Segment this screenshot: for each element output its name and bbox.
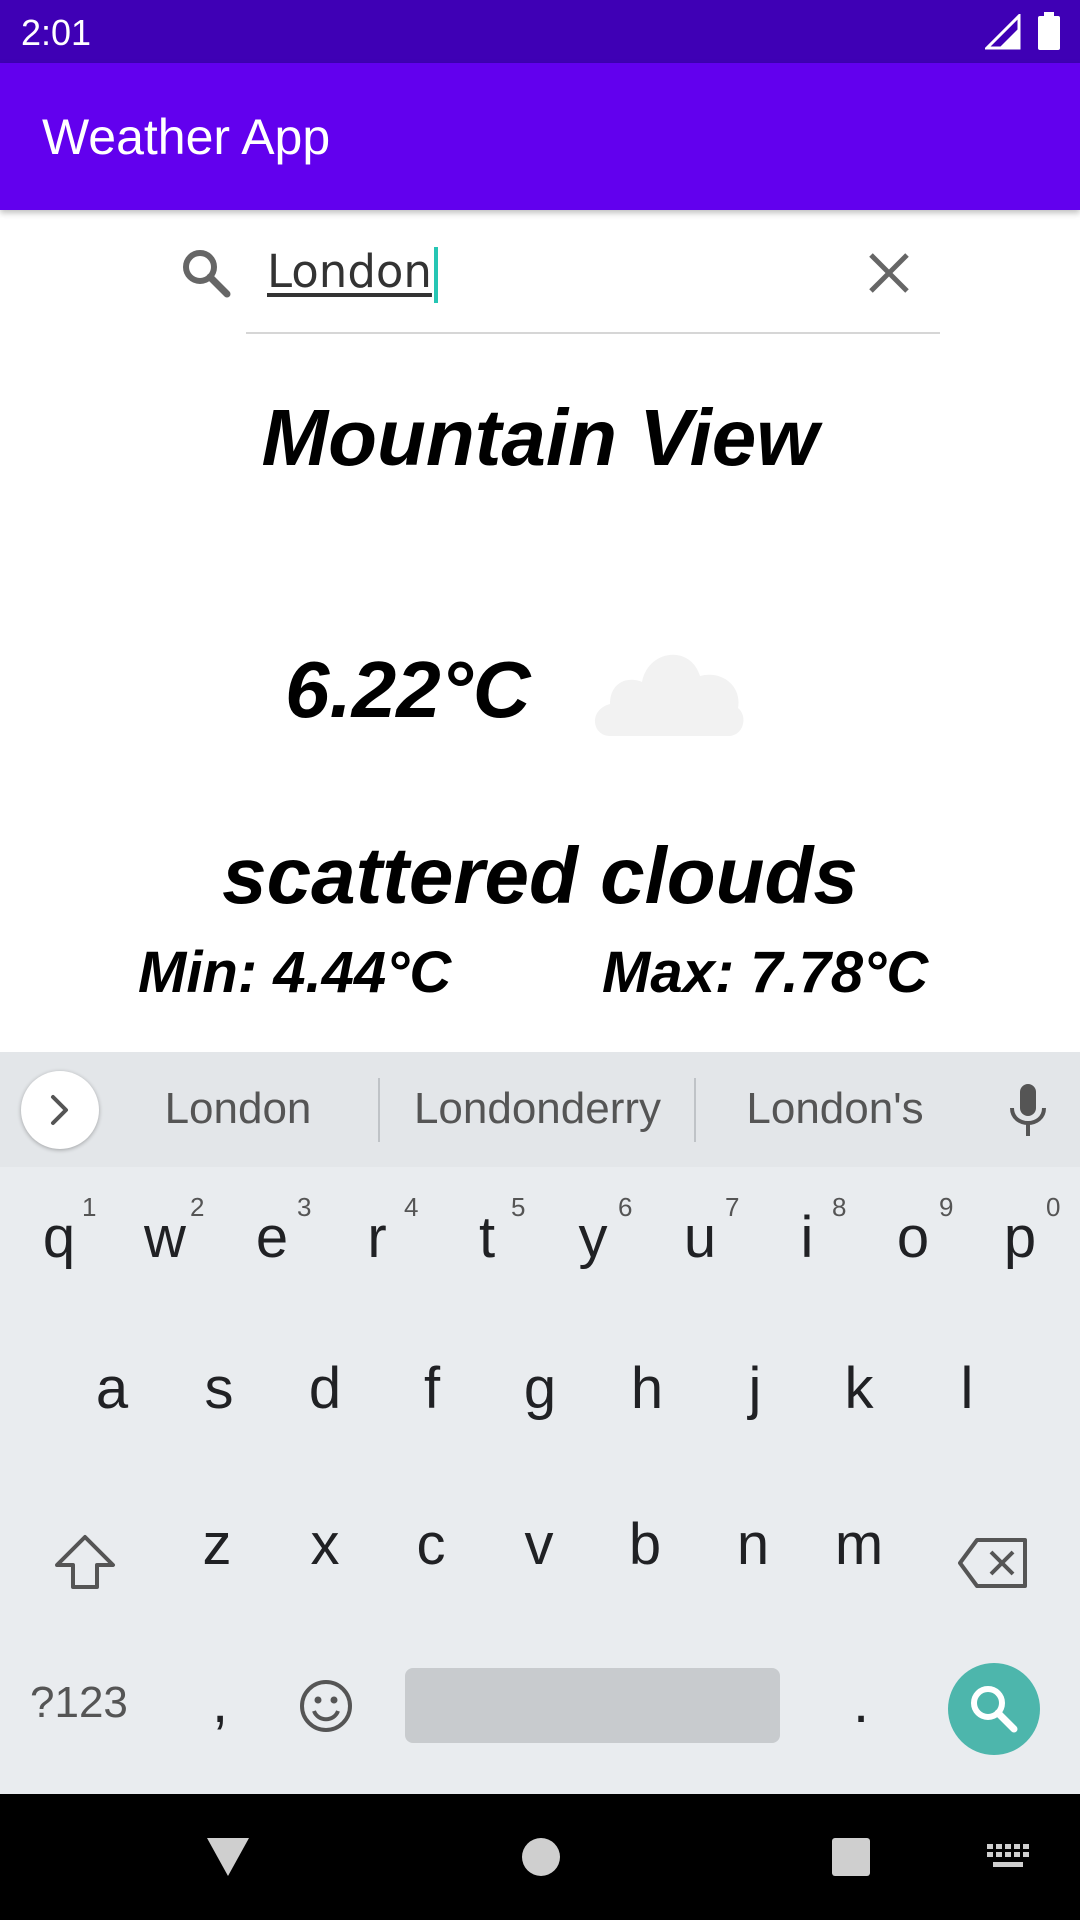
app-bar: Weather App bbox=[0, 63, 1080, 210]
search-input[interactable]: London bbox=[267, 245, 438, 303]
navigation-bar bbox=[0, 1794, 1080, 1920]
key-c[interactable]: c bbox=[396, 1511, 466, 1578]
key-r[interactable]: r bbox=[342, 1204, 412, 1271]
weather-description: scattered clouds bbox=[222, 831, 858, 920]
min-temperature: Min: 4.44°C bbox=[138, 940, 452, 1005]
microphone-icon[interactable] bbox=[1008, 1084, 1048, 1143]
key-a[interactable]: a bbox=[77, 1355, 147, 1422]
key-hint: 1 bbox=[82, 1192, 97, 1222]
back-icon[interactable] bbox=[205, 1836, 251, 1883]
key-hint: 2 bbox=[190, 1192, 205, 1222]
symbols-key[interactable]: ?123 bbox=[30, 1678, 128, 1728]
suggestion-bar: London Londonderry London's bbox=[0, 1052, 1080, 1167]
divider bbox=[378, 1078, 380, 1142]
key-hint: 9 bbox=[939, 1192, 954, 1222]
key-hint: 3 bbox=[297, 1192, 312, 1222]
home-icon[interactable] bbox=[520, 1836, 562, 1883]
app-title: Weather App bbox=[42, 109, 331, 165]
keyboard: London Londonderry London's q w e r t y … bbox=[0, 1052, 1080, 1794]
backspace-icon[interactable] bbox=[957, 1536, 1029, 1595]
keyboard-icon[interactable] bbox=[985, 1842, 1031, 1877]
key-m[interactable]: m bbox=[824, 1511, 894, 1578]
key-hint: 7 bbox=[725, 1192, 740, 1222]
key-z[interactable]: z bbox=[182, 1511, 252, 1578]
key-k[interactable]: k bbox=[824, 1355, 894, 1422]
temperature: 6.22°C bbox=[285, 645, 531, 734]
key-hint: 4 bbox=[404, 1192, 419, 1222]
key-hint: 6 bbox=[618, 1192, 633, 1222]
key-l[interactable]: l bbox=[932, 1355, 1002, 1422]
close-icon[interactable] bbox=[865, 249, 913, 302]
status-time: 2:01 bbox=[21, 12, 92, 53]
key-s[interactable]: s bbox=[184, 1355, 254, 1422]
text-cursor bbox=[433, 247, 438, 303]
search-action-button[interactable] bbox=[948, 1663, 1040, 1755]
shift-icon[interactable] bbox=[52, 1532, 118, 1597]
suggestion-item[interactable]: Londonderry bbox=[400, 1084, 675, 1134]
suggestion-item[interactable]: London's bbox=[730, 1084, 940, 1134]
divider bbox=[694, 1078, 696, 1142]
battery-icon bbox=[1038, 12, 1060, 55]
key-f[interactable]: f bbox=[397, 1355, 467, 1422]
key-hint: 8 bbox=[832, 1192, 847, 1222]
key-v[interactable]: v bbox=[504, 1511, 574, 1578]
signal-icon bbox=[983, 12, 1021, 55]
suggestion-item[interactable]: London bbox=[158, 1084, 318, 1134]
key-h[interactable]: h bbox=[612, 1355, 682, 1422]
search-icon bbox=[178, 245, 234, 306]
search-bar[interactable]: London bbox=[170, 235, 940, 335]
key-period[interactable]: . bbox=[836, 1669, 886, 1736]
key-comma[interactable]: , bbox=[195, 1669, 245, 1736]
cloud-icon bbox=[588, 636, 748, 745]
key-g[interactable]: g bbox=[505, 1355, 575, 1422]
city-name: Mountain View bbox=[261, 393, 819, 482]
key-hint: 5 bbox=[511, 1192, 526, 1222]
status-bar: 2:01 bbox=[0, 0, 1080, 63]
recents-icon[interactable] bbox=[830, 1836, 872, 1883]
key-p[interactable]: p bbox=[985, 1204, 1055, 1271]
key-b[interactable]: b bbox=[610, 1511, 680, 1578]
key-n[interactable]: n bbox=[718, 1511, 788, 1578]
key-j[interactable]: j bbox=[720, 1355, 790, 1422]
max-temperature: Max: 7.78°C bbox=[602, 940, 929, 1005]
key-hint: 0 bbox=[1046, 1192, 1061, 1222]
key-d[interactable]: d bbox=[290, 1355, 360, 1422]
space-bar[interactable] bbox=[405, 1668, 780, 1743]
expand-button[interactable] bbox=[21, 1071, 99, 1149]
key-o[interactable]: o bbox=[878, 1204, 948, 1271]
chevron-right-icon bbox=[51, 1095, 68, 1125]
emoji-icon[interactable] bbox=[298, 1678, 354, 1739]
search-underline bbox=[246, 332, 940, 334]
search-icon bbox=[971, 1686, 1018, 1733]
key-x[interactable]: x bbox=[290, 1511, 360, 1578]
search-query: London bbox=[267, 245, 432, 298]
